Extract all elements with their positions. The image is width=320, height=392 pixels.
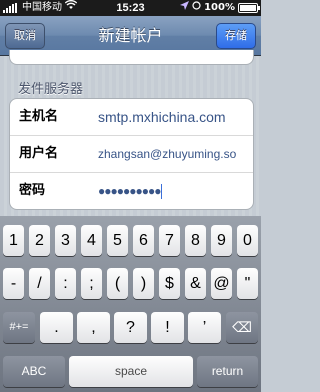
- host-row[interactable]: 主机名 smtp.mxhichina.com: [10, 99, 253, 136]
- key-0[interactable]: 0: [237, 225, 258, 256]
- key-space[interactable]: space: [69, 356, 193, 387]
- battery-label: 100%: [204, 2, 235, 13]
- lock-rotation-icon: [192, 0, 201, 16]
- key-symbols[interactable]: #+=: [3, 312, 35, 343]
- key-6[interactable]: 6: [133, 225, 154, 256]
- status-bar: 中国移动 15:23 100%: [0, 0, 261, 16]
- key-question[interactable]: ?: [114, 312, 147, 343]
- key-at[interactable]: @: [211, 268, 232, 299]
- key-dollar[interactable]: $: [159, 268, 180, 299]
- key-slash[interactable]: /: [29, 268, 50, 299]
- key-2[interactable]: 2: [29, 225, 50, 256]
- outgoing-server-group: 主机名 smtp.mxhichina.com 用户名 zhangsan@zhuy…: [9, 98, 254, 210]
- key-5[interactable]: 5: [107, 225, 128, 256]
- username-label: 用户名: [19, 146, 59, 161]
- cancel-button[interactable]: 取消: [5, 23, 45, 49]
- key-ampersand[interactable]: &: [185, 268, 206, 299]
- form-area: 发件服务器 主机名 smtp.mxhichina.com 用户名 zhangsa…: [0, 50, 261, 216]
- password-label: 密码: [19, 183, 46, 198]
- username-field[interactable]: zhangsan@zhuyuming.so: [98, 136, 236, 172]
- key-minus[interactable]: -: [3, 268, 24, 299]
- backspace-icon[interactable]: ⌫: [226, 312, 258, 343]
- key-return[interactable]: return: [197, 356, 258, 387]
- key-7[interactable]: 7: [159, 225, 180, 256]
- section-title: 发件服务器: [18, 82, 84, 97]
- key-1[interactable]: 1: [3, 225, 24, 256]
- text-cursor: [161, 184, 163, 200]
- key-apostrophe[interactable]: ’: [188, 312, 221, 343]
- key-open-paren[interactable]: (: [107, 268, 128, 299]
- password-dots: ●●●●●●●●●●: [98, 184, 161, 198]
- key-4[interactable]: 4: [81, 225, 102, 256]
- key-period[interactable]: .: [40, 312, 73, 343]
- battery-icon: [238, 3, 260, 13]
- save-button[interactable]: 存储: [216, 23, 256, 49]
- key-colon[interactable]: :: [55, 268, 76, 299]
- key-comma[interactable]: ,: [77, 312, 110, 343]
- password-row[interactable]: 密码 ●●●●●●●●●●: [10, 173, 253, 209]
- host-label: 主机名: [19, 109, 59, 124]
- keyboard: 1 2 3 4 5 6 7 8 9 0 - / : ; ( ) $ & @ " …: [0, 216, 261, 392]
- key-semicolon[interactable]: ;: [81, 268, 102, 299]
- key-exclamation[interactable]: !: [151, 312, 184, 343]
- location-icon: [180, 0, 190, 16]
- key-8[interactable]: 8: [185, 225, 206, 256]
- previous-group-edge: [9, 50, 254, 65]
- password-field[interactable]: ●●●●●●●●●●: [98, 173, 163, 209]
- host-field[interactable]: smtp.mxhichina.com: [98, 99, 226, 135]
- key-abc[interactable]: ABC: [3, 356, 65, 387]
- key-3[interactable]: 3: [55, 225, 76, 256]
- key-9[interactable]: 9: [211, 225, 232, 256]
- key-close-paren[interactable]: ): [133, 268, 154, 299]
- key-quote[interactable]: ": [237, 268, 258, 299]
- username-row[interactable]: 用户名 zhangsan@zhuyuming.so: [10, 136, 253, 173]
